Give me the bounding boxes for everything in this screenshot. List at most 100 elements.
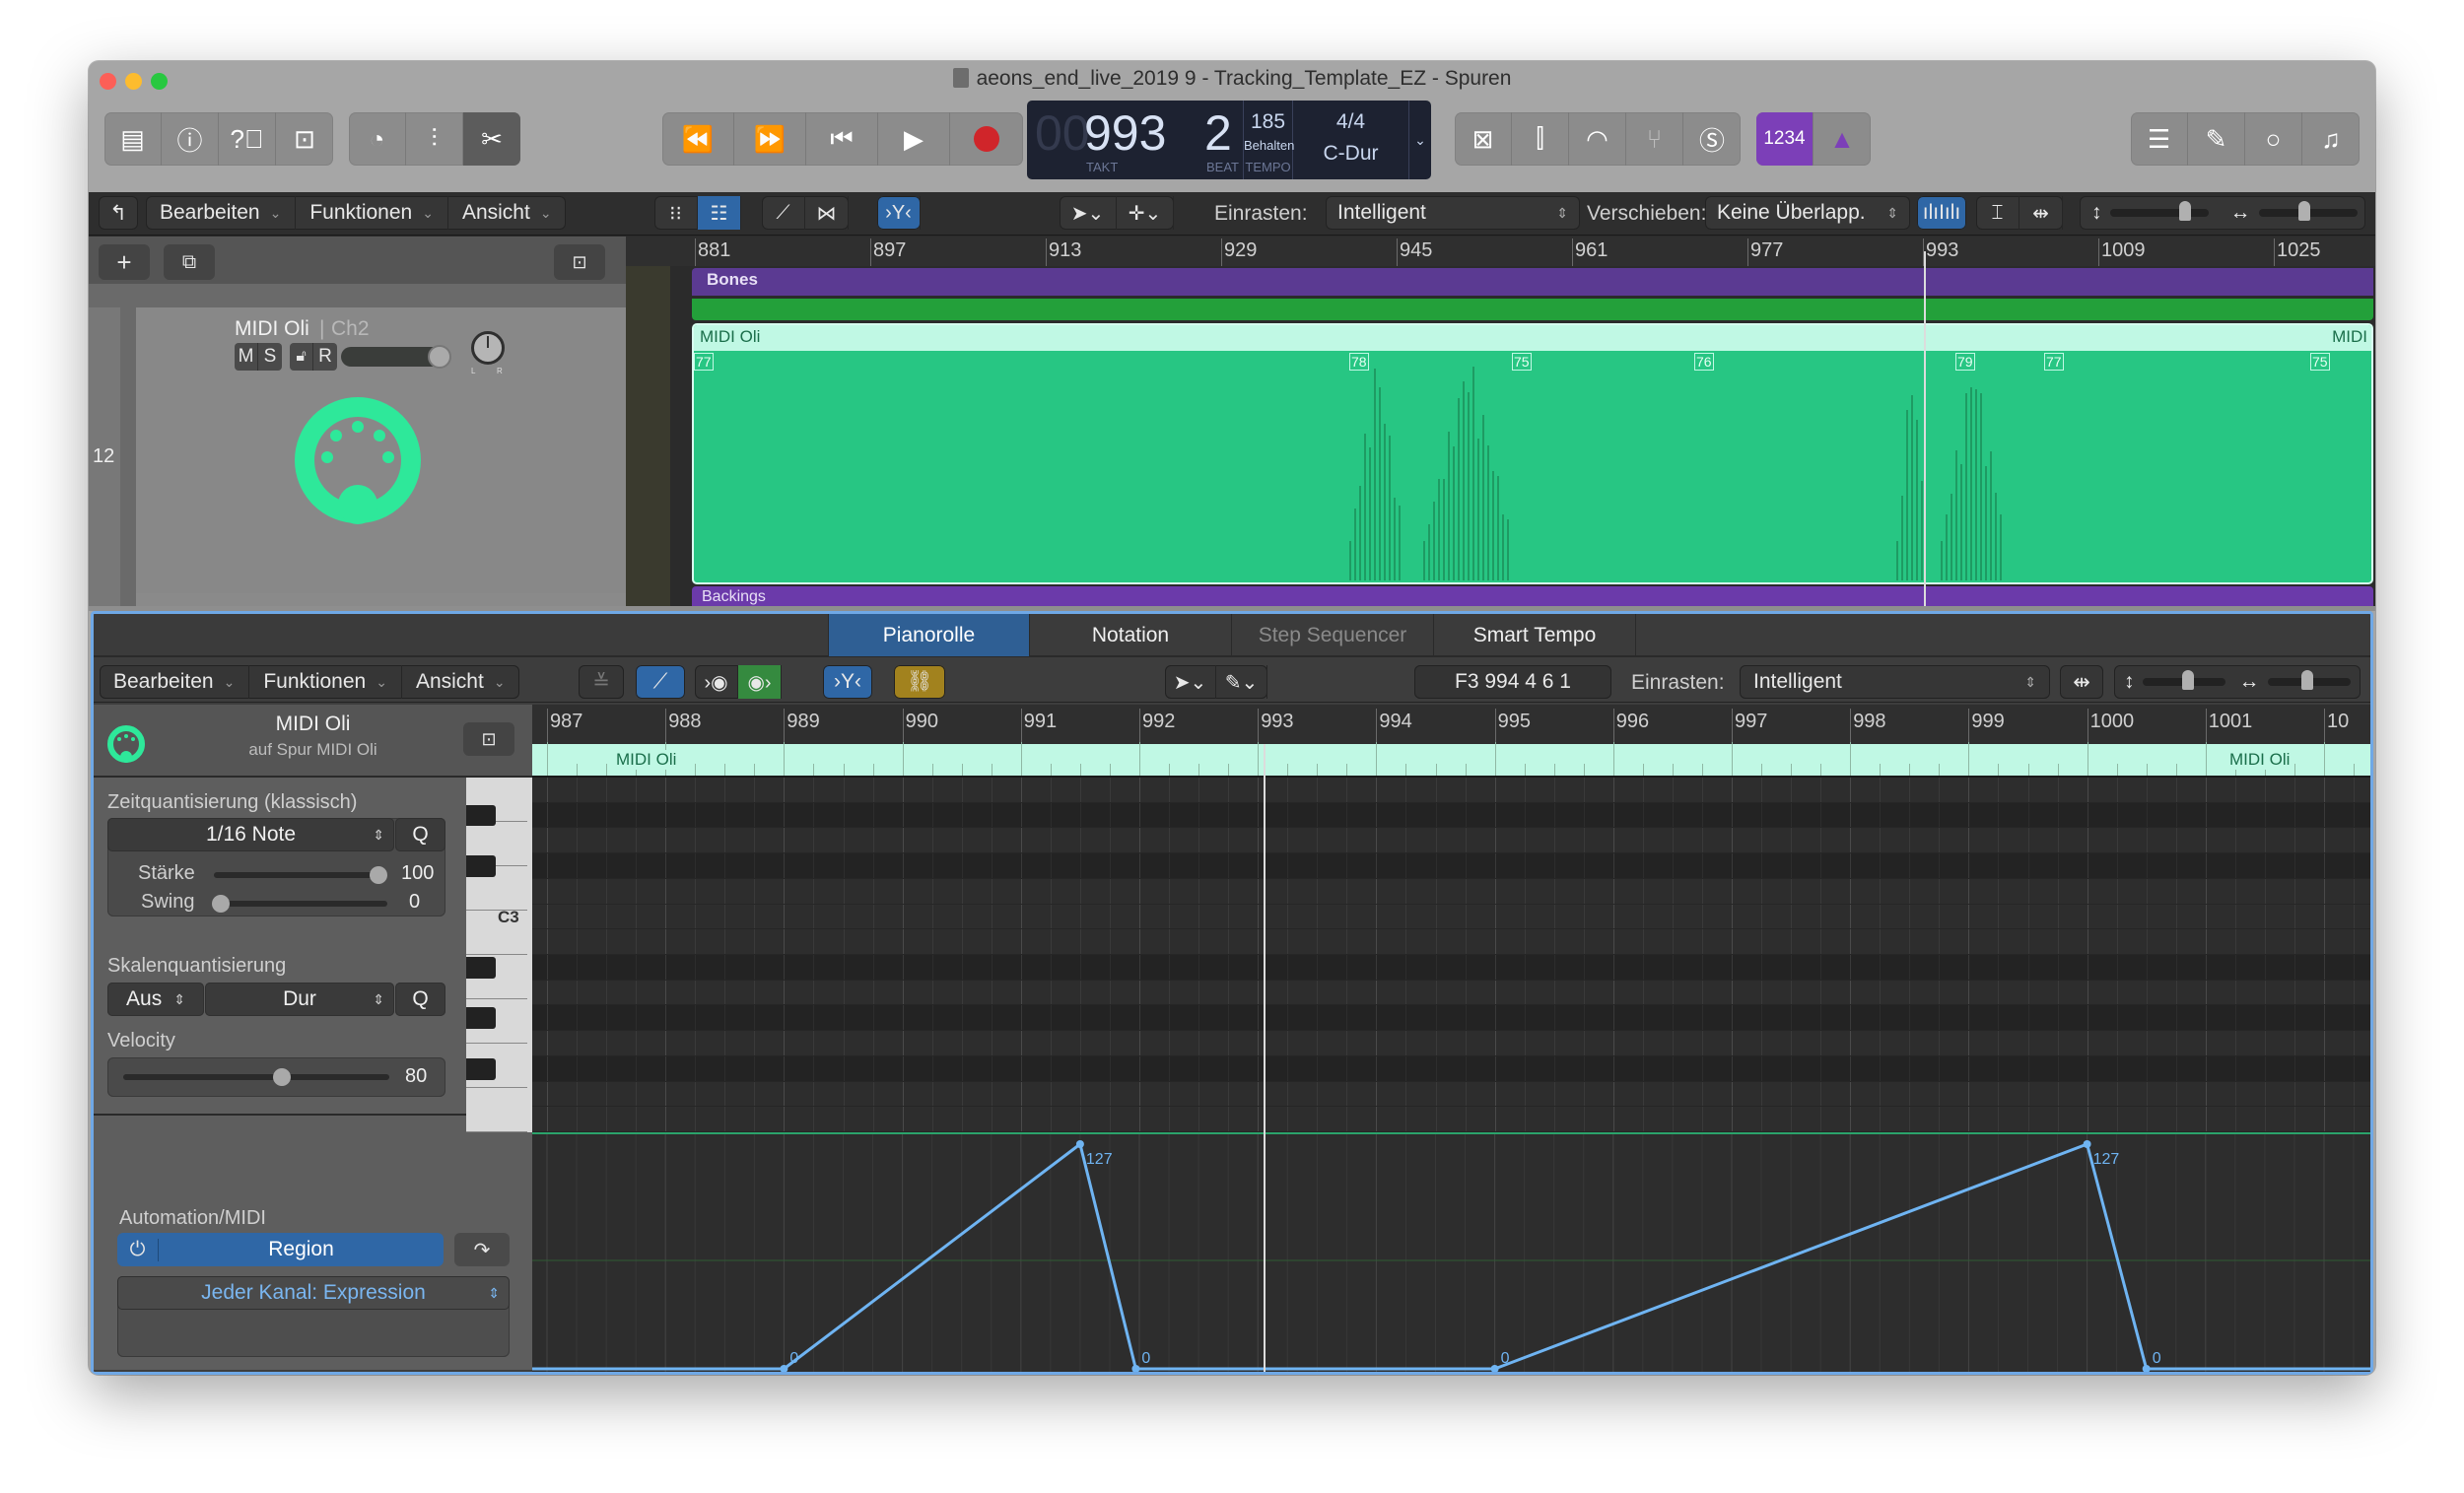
catch-playhead-icon[interactable]: ›Y‹ [877,196,921,230]
region-green-bar[interactable] [692,299,2373,320]
solo-button[interactable]: S [258,343,282,371]
swing-handle[interactable] [212,895,230,913]
midi-out-icon[interactable]: ◉› [738,665,782,699]
crosshair-tool-icon[interactable]: ✛⌄ [1117,196,1174,230]
automation-point[interactable] [1075,1140,1084,1148]
waveform-zoom-icon[interactable]: ılıIılı [1917,196,1966,230]
inspector-menu-icon[interactable]: ⊡ [463,722,514,756]
list-view-icon[interactable]: ☷ [698,196,741,230]
pointer-tool-icon[interactable]: ➤⌄ [1060,196,1117,230]
list-icon[interactable]: ☰ [2131,112,2188,166]
tempo-display[interactable]: 185 Behalten TEMPO [1244,101,1294,179]
library-icon[interactable]: ▤ [104,112,162,166]
region-midi-oli[interactable]: MIDI Oli MIDI 77 78 75 76 79 77 75 [692,323,2373,584]
info-icon[interactable]: ⓘ [162,112,219,166]
toolbar-toggle-icon[interactable]: ⊡ [276,112,333,166]
fit-horizontal-icon[interactable]: ⇹ [2060,665,2103,699]
region-bones[interactable]: Bones [692,268,2373,296]
track-name[interactable]: MIDI Oli [235,317,309,341]
automation-icon[interactable]: ⟋ [762,196,805,230]
grid-icon[interactable]: ⁝⁝ [654,196,698,230]
automation-point[interactable] [1490,1365,1499,1373]
strength-slider[interactable] [214,872,387,878]
automation-region-button[interactable]: ⏻ Region [117,1233,444,1266]
automation-line[interactable] [532,1141,2370,1371]
piano-roll-grid[interactable] [532,778,2370,1132]
menu-ansicht[interactable]: Ansicht ⌄ [402,665,519,699]
region-backings[interactable]: Backings [692,586,2373,606]
automation-view-icon[interactable]: ⟋ [636,665,685,699]
pencil-tool-icon[interactable]: ✎⌄ [1216,665,1267,699]
drag-select[interactable]: Keine Überlapp. ⇕ [1705,196,1910,230]
menu-bearbeiten[interactable]: Bearbeiten ⌄ [146,196,297,230]
volume-slider[interactable] [341,345,451,369]
lcd-display[interactable]: 00 993 2 TAKT BEAT 185 Behalten TEMPO 4/… [1027,101,1431,179]
automation-parameter-select[interactable]: Jeder Kanal: Expression ⇕ [117,1276,510,1310]
notepad-icon[interactable]: ✎ [2188,112,2245,166]
velocity-slider[interactable] [123,1074,389,1080]
tab-step-sequencer[interactable]: Step Sequencer [1232,614,1434,656]
record-enable-button[interactable]: R [313,343,337,371]
scissors-icon[interactable]: ✂ [463,112,520,166]
back-icon[interactable]: ↰ [99,196,138,230]
slider-handle[interactable] [2300,670,2313,690]
replace-icon[interactable]: ⊠ [1455,112,1512,166]
tab-notation[interactable]: Notation [1030,614,1232,656]
black-key[interactable] [466,1007,496,1030]
scale-type-select[interactable]: Dur ⇕ [205,983,394,1016]
performance-meter-icon[interactable]: ◠ [1569,112,1626,166]
collapse-icon[interactable]: ≚ [579,665,624,699]
tuner-mixer-icon[interactable]: ⫿ [1512,112,1569,166]
velocity-handle[interactable] [273,1068,291,1086]
tab-pianorolle[interactable]: Pianorolle [828,614,1030,656]
strength-handle[interactable] [370,866,387,884]
global-tracks-icon[interactable]: ⊡ [554,244,605,280]
volume-handle[interactable] [428,345,451,369]
tab-smart-tempo[interactable]: Smart Tempo [1434,614,1636,656]
swing-slider[interactable] [214,901,387,907]
add-track-button[interactable]: + [99,244,150,280]
horizontal-zoom-slider[interactable] [2258,201,2358,221]
horizontal-zoom-slider[interactable] [2267,670,2351,690]
black-key[interactable] [466,957,496,979]
playhead[interactable] [1923,251,1926,606]
vertical-zoom-slider[interactable] [2142,670,2225,690]
slider-handle[interactable] [2297,201,2310,221]
black-key[interactable] [466,804,496,827]
count-in-button[interactable]: 1234 [1756,112,1814,166]
mixer-icon[interactable]: ⫶ [406,112,463,166]
automation-point[interactable] [2083,1140,2091,1148]
help-icon[interactable]: ?⃝ [219,112,276,166]
menu-ansicht[interactable]: Ansicht ⌄ [448,196,566,230]
menu-funktionen[interactable]: Funktionen ⌄ [296,196,448,230]
mute-button[interactable]: M [235,343,258,371]
automation-point[interactable] [2142,1365,2151,1373]
record-button[interactable] [950,112,1023,166]
tracks-ruler[interactable]: 881 897 913 929 945 961 977 993 1009 1025 [626,237,2375,266]
white-key[interactable] [466,1088,527,1132]
rewind-icon[interactable]: ⏪ [662,112,734,166]
automation-point[interactable] [1131,1365,1140,1373]
scale-root-select[interactable]: Aus ⇕ [107,983,204,1016]
link-icon[interactable]: ⛓ [894,665,945,699]
automation-route-icon[interactable]: ↷ [454,1233,510,1266]
piano-roll-ruler[interactable]: 987 988 989 990 991 992 993 994 995 996 997 998 999 1… [532,705,2370,744]
menu-funktionen[interactable]: Funktionen ⌄ [249,665,402,699]
piano-roll-region-bar[interactable]: MIDI Oli MIDI Oli [532,742,2370,778]
automation-curve[interactable]: 0 127 0 0 127 0 [532,1134,2370,1373]
pan-knob[interactable] [471,331,505,365]
midi-in-icon[interactable]: ›◉ [695,665,738,699]
black-key[interactable] [466,1057,496,1080]
automation-point[interactable] [780,1365,788,1373]
duplicate-track-button[interactable]: ⧉ [164,244,215,280]
flex-icon[interactable]: ⋈ [805,196,849,230]
playhead[interactable] [1264,744,1266,1372]
slider-handle[interactable] [2181,670,2194,690]
position-display[interactable]: 00 993 2 TAKT BEAT [1027,101,1244,179]
metronome-icon[interactable]: ▲ [1814,112,1871,166]
vertical-zoom-slider[interactable] [2109,201,2209,221]
media-browser-icon[interactable]: ♫ [2302,112,2360,166]
pointer-tool-icon[interactable]: ➤⌄ [1165,665,1216,699]
snap-select[interactable]: Intelligent ⇕ [1740,665,2050,699]
catch-playhead-icon[interactable]: ›Y‹ [823,665,872,699]
